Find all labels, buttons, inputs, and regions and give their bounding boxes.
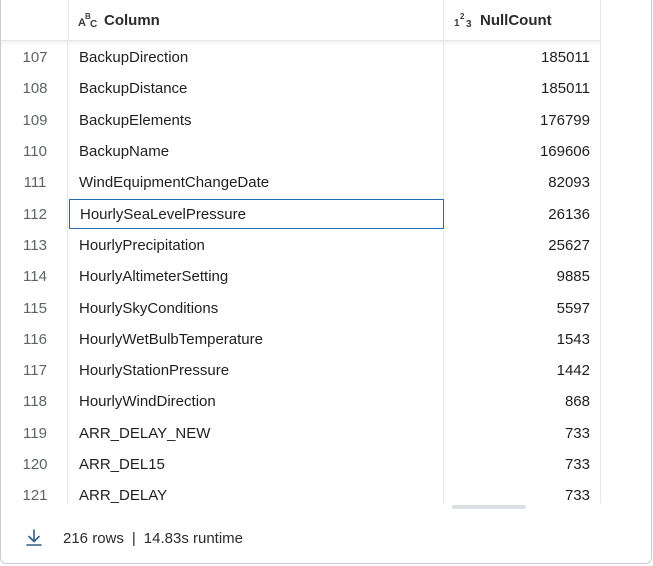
table-row[interactable]: 115 HourlySkyConditions 5597 [1, 292, 601, 324]
column-name-cell[interactable]: HourlyWetBulbTemperature [69, 323, 444, 355]
row-index: 109 [1, 104, 68, 136]
nullcount-cell[interactable]: 185011 [445, 73, 601, 105]
row-index: 117 [1, 354, 68, 387]
table-row[interactable]: 111 WindEquipmentChangeDate 82093 [1, 167, 601, 199]
row-index: 111 [1, 167, 68, 199]
row-index: 110 [1, 135, 68, 168]
row-index: 121 [1, 480, 68, 503]
row-index: 108 [1, 73, 68, 105]
table-row[interactable]: 116 HourlyWetBulbTemperature 1543 [1, 323, 601, 355]
nullcount-cell[interactable]: 868 [445, 386, 601, 418]
column-name-cell[interactable]: HourlyWindDirection [69, 386, 444, 418]
header-index-cell [1, 0, 69, 40]
svg-text:C: C [90, 19, 97, 29]
nullcount-cell[interactable]: 26136 [445, 198, 601, 230]
result-table-panel: A B C Column 1 2 3 NullCount 107 BackupD… [0, 0, 652, 564]
table-row[interactable]: 119 ARR_DELAY_NEW 733 [1, 417, 601, 449]
row-index: 119 [1, 417, 68, 449]
column-name-cell[interactable]: HourlyAltimeterSetting [69, 261, 444, 293]
table-row[interactable]: 114 HourlyAltimeterSetting 9885 [1, 261, 601, 293]
svg-text:3: 3 [466, 19, 472, 29]
column-name-cell-selected[interactable]: HourlySeaLevelPressure [69, 199, 444, 230]
footer-separator: | [131, 529, 136, 547]
column-name-cell[interactable]: HourlyPrecipitation [69, 229, 444, 262]
data-grid[interactable]: A B C Column 1 2 3 NullCount 107 BackupD… [1, 0, 601, 503]
table-body: 107 BackupDirection 185011 108 BackupDis… [1, 42, 601, 503]
row-index: 118 [1, 386, 68, 418]
header-column-label: Column [104, 11, 160, 29]
row-index: 115 [1, 292, 68, 324]
table-header: A B C Column 1 2 3 NullCount [1, 0, 601, 41]
svg-text:2: 2 [460, 12, 465, 21]
table-row[interactable]: 109 BackupElements 176799 [1, 104, 601, 136]
row-index: 114 [1, 261, 68, 293]
abc-text-type-icon: A B C [78, 12, 97, 29]
nullcount-cell[interactable]: 5597 [445, 292, 601, 324]
column-name-cell[interactable]: BackupDirection [69, 42, 444, 74]
result-footer: 216 rows | 14.83s runtime [1, 512, 651, 563]
nullcount-cell[interactable]: 185011 [445, 42, 601, 74]
column-name-cell[interactable]: BackupName [69, 135, 444, 168]
table-row[interactable]: 107 BackupDirection 185011 [1, 42, 601, 74]
column-name-cell[interactable]: BackupElements [69, 104, 444, 136]
table-row[interactable]: 112 HourlySeaLevelPressure 26136 [1, 198, 601, 230]
nullcount-cell[interactable]: 176799 [445, 104, 601, 136]
nullcount-cell[interactable]: 733 [445, 448, 601, 481]
download-icon[interactable] [24, 528, 44, 548]
runtime-label: 14.83s runtime [143, 529, 244, 547]
123-number-type-icon: 1 2 3 [454, 12, 472, 29]
row-index: 113 [1, 229, 68, 262]
table-row[interactable]: 108 BackupDistance 185011 [1, 73, 601, 105]
nullcount-cell[interactable]: 1543 [445, 323, 601, 355]
column-name-cell[interactable]: HourlySkyConditions [69, 292, 444, 324]
column-name-cell[interactable]: WindEquipmentChangeDate [69, 167, 444, 199]
row-index: 112 [1, 198, 68, 230]
nullcount-cell[interactable]: 25627 [445, 229, 601, 262]
column-name-cell[interactable]: BackupDistance [69, 73, 444, 105]
column-name-cell[interactable]: ARR_DELAY_NEW [69, 417, 444, 449]
horizontal-scrollbar-thumb[interactable] [452, 505, 526, 509]
nullcount-cell[interactable]: 1442 [445, 354, 601, 387]
nullcount-cell[interactable]: 9885 [445, 261, 601, 293]
row-count: 216 rows [63, 529, 124, 547]
header-column[interactable]: A B C Column [69, 0, 444, 40]
row-index: 116 [1, 323, 68, 355]
row-index: 120 [1, 448, 68, 481]
row-index: 107 [1, 42, 68, 74]
header-nullcount-label: NullCount [480, 11, 552, 29]
column-name-cell[interactable]: ARR_DELAY [69, 480, 444, 503]
nullcount-cell[interactable]: 733 [445, 480, 601, 503]
table-row[interactable]: 118 HourlyWindDirection 868 [1, 386, 601, 418]
column-name-cell[interactable]: ARR_DEL15 [69, 448, 444, 481]
column-name-cell[interactable]: HourlyStationPressure [69, 354, 444, 387]
nullcount-cell[interactable]: 733 [445, 417, 601, 449]
nullcount-cell[interactable]: 82093 [445, 167, 601, 199]
table-row[interactable]: 120 ARR_DEL15 733 [1, 448, 601, 481]
table-row[interactable]: 117 HourlyStationPressure 1442 [1, 354, 601, 387]
table-row[interactable]: 121 ARR_DELAY 733 [1, 480, 601, 503]
header-nullcount[interactable]: 1 2 3 NullCount [445, 0, 601, 40]
table-row[interactable]: 113 HourlyPrecipitation 25627 [1, 229, 601, 262]
table-row[interactable]: 110 BackupName 169606 [1, 135, 601, 168]
nullcount-cell[interactable]: 169606 [445, 135, 601, 168]
